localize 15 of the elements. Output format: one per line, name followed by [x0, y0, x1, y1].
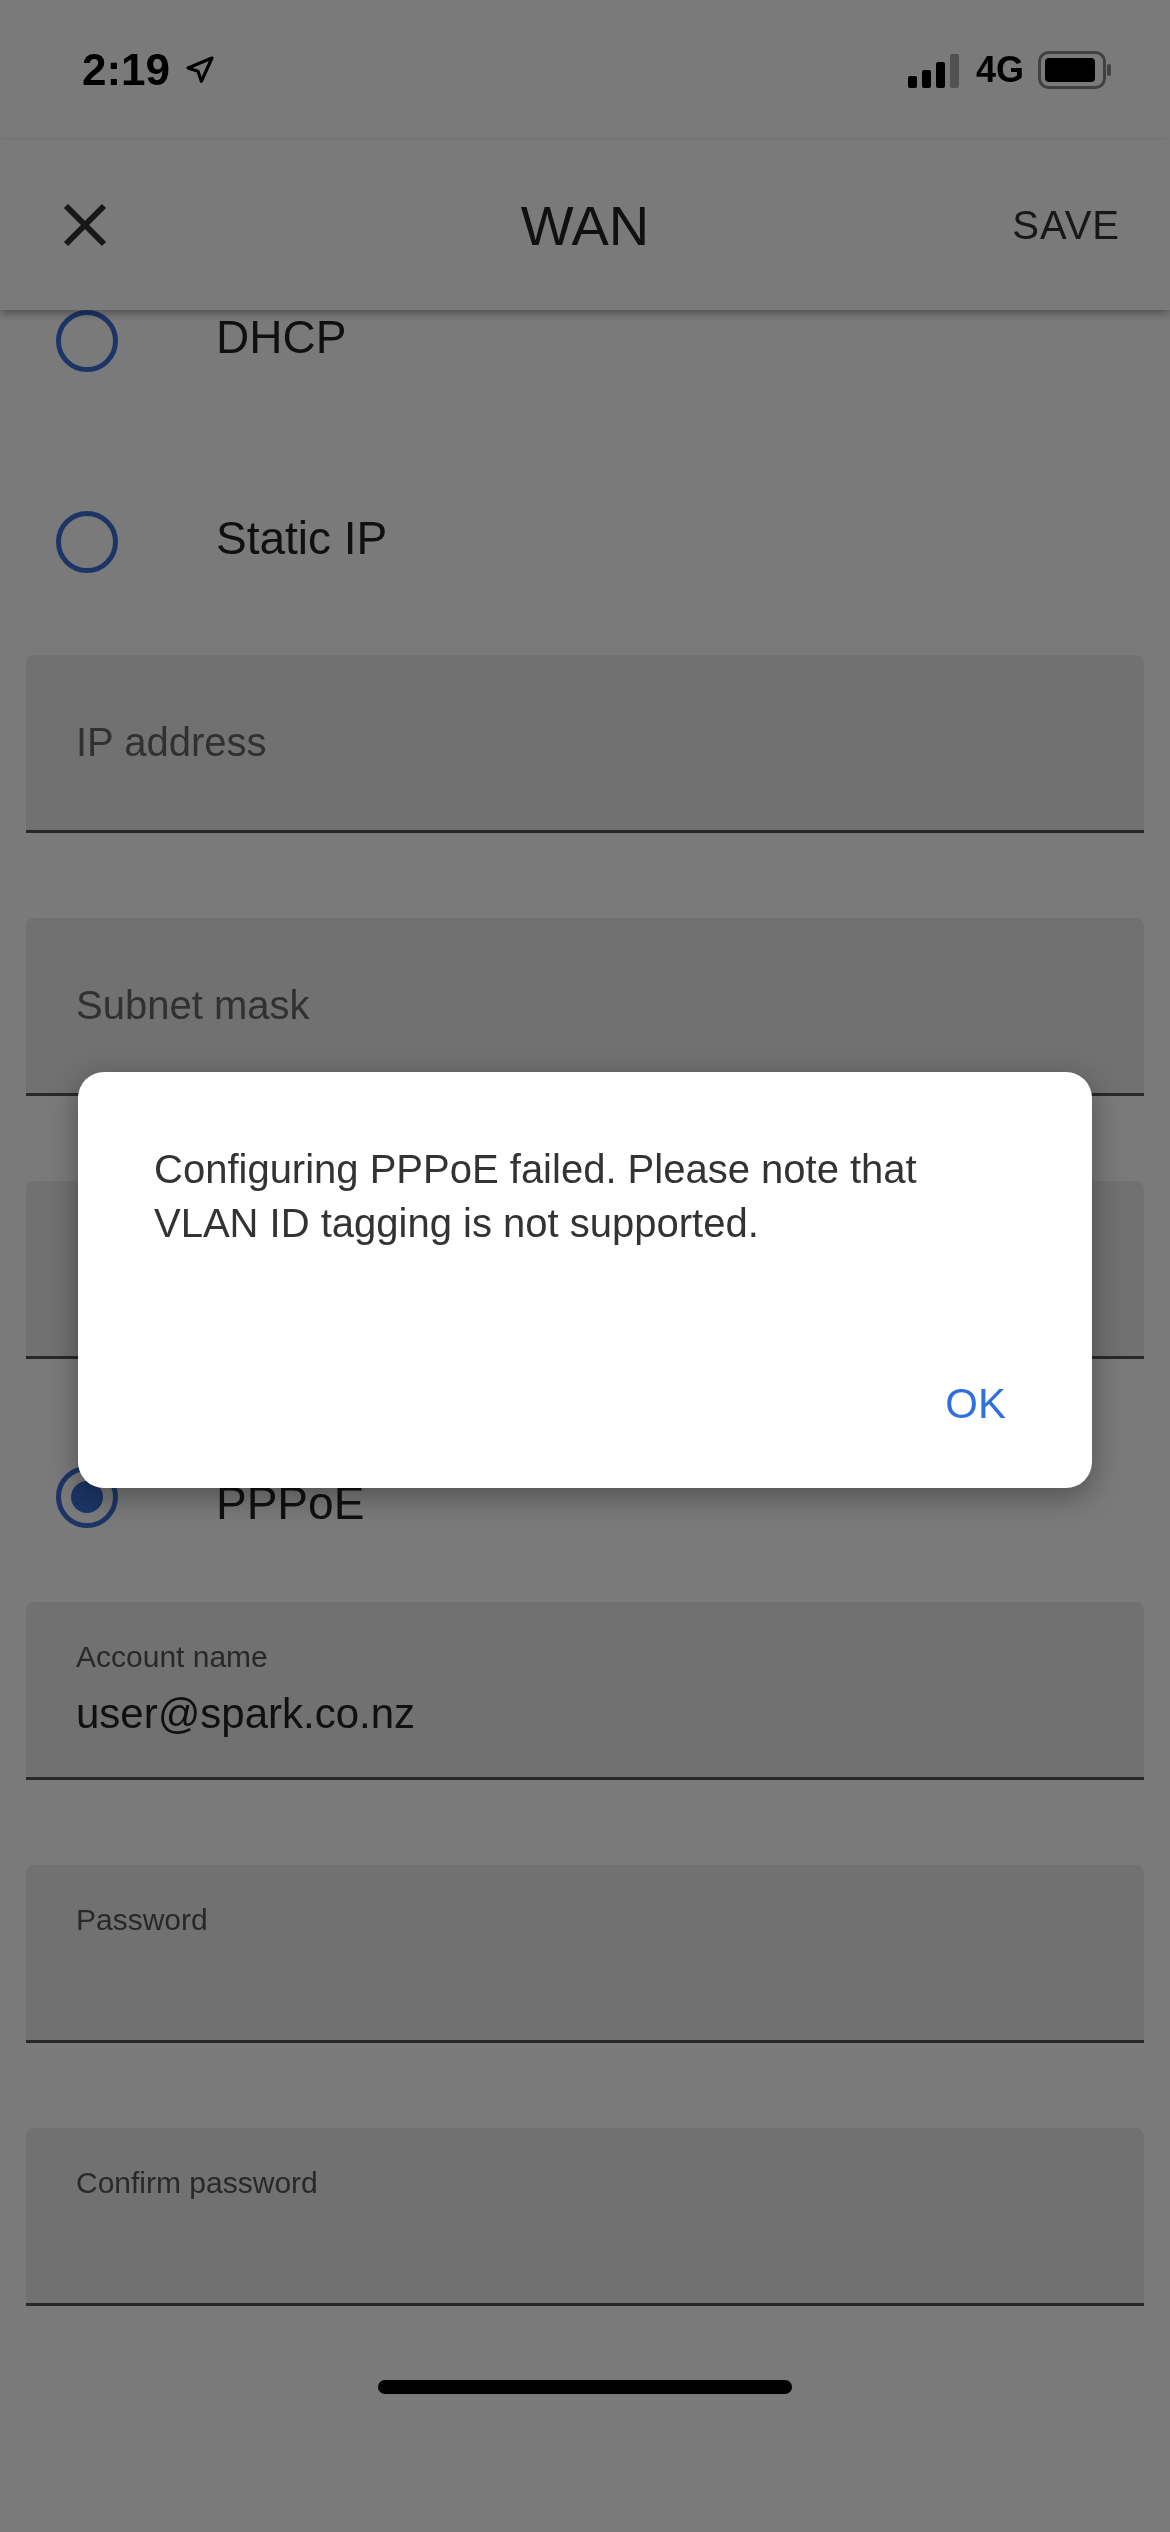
input-field[interactable]: Account name user@spark.co.nz: [26, 1602, 1144, 1780]
ok-button[interactable]: OK: [935, 1380, 1016, 1428]
input-field[interactable]: Password: [26, 1865, 1144, 2043]
save-button[interactable]: SAVE: [1012, 202, 1120, 248]
battery-icon: [1038, 51, 1112, 89]
screen-title: WAN: [520, 192, 650, 258]
dialog-message: Configuring PPPoE failed. Please note that VLAN ID tagging is not supported.: [154, 1146, 918, 1247]
option-label: DHCP: [216, 310, 347, 364]
input-field[interactable]: IP address: [26, 655, 1144, 833]
location-arrow-icon: [184, 54, 217, 86]
status-time: 2:19: [82, 45, 171, 95]
network-type: 4G: [975, 49, 1024, 91]
option-label: Static IP: [216, 511, 388, 565]
signal-icon: [907, 52, 962, 88]
input-field[interactable]: Confirm password: [26, 2128, 1144, 2306]
